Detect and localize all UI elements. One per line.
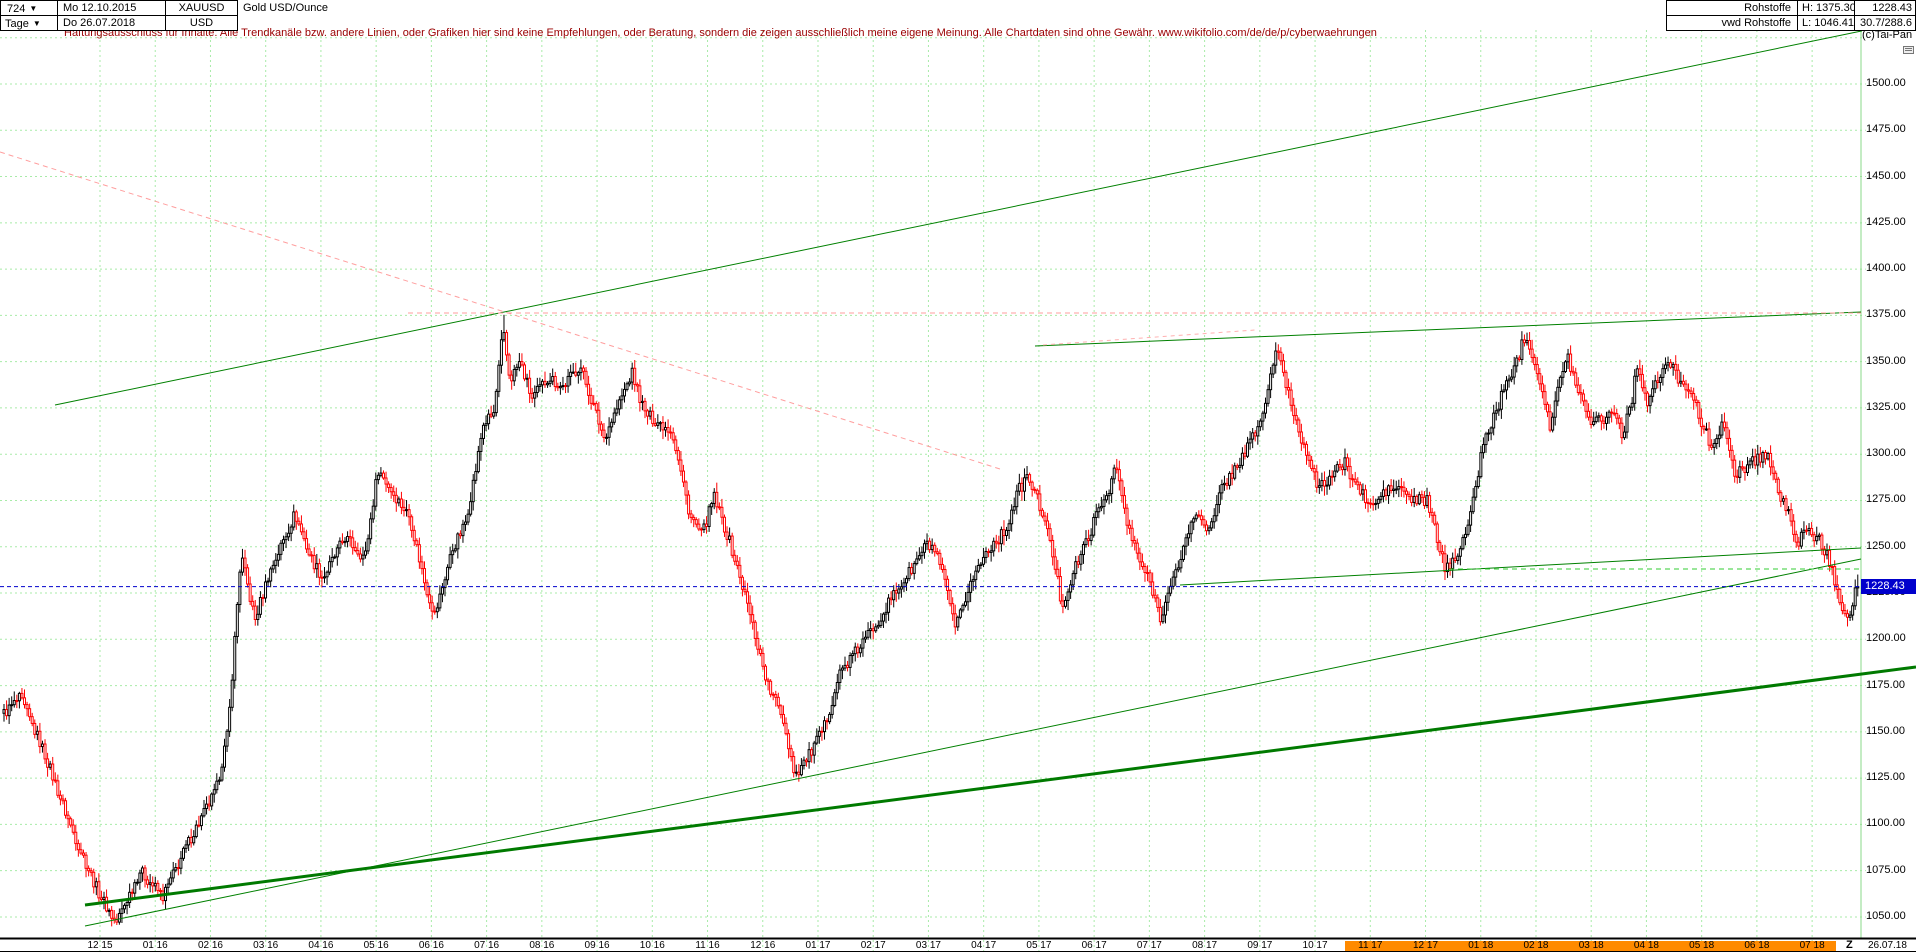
feed-label: vwd Rohstoffe: [1666, 15, 1798, 31]
x-axis-month-label: 05 17: [1026, 940, 1052, 951]
x-axis-month-label: 05 16: [363, 940, 389, 951]
last-price: 1228.43: [1854, 0, 1916, 16]
candles-layer: [2, 314, 1860, 927]
session-high: H: 1375.30: [1797, 0, 1856, 16]
trendlines-layer: [0, 27, 1916, 927]
x-axis-month-label: 04 16: [308, 940, 334, 951]
x-axis-month-label: 04 17: [971, 940, 997, 951]
x-axis-month-label: 02 17: [860, 940, 886, 951]
y-axis-price-label: 1325.00: [1866, 400, 1906, 413]
y-axis-price-label: 1275.00: [1866, 493, 1906, 506]
y-axis-price-label: 1125.00: [1866, 771, 1905, 784]
zoom-z-button[interactable]: Z: [1846, 939, 1853, 951]
x-axis-month-label: 03 17: [915, 940, 941, 951]
category-label: Rohstoffe: [1666, 0, 1798, 16]
y-axis-price-label: 1200.00: [1866, 632, 1906, 645]
y-axis-price-label: 1075.00: [1866, 863, 1906, 876]
x-axis-month-label: 07 16: [474, 940, 500, 951]
session-low: L: 1046.41: [1797, 15, 1855, 31]
x-axis-month-label: 07 17: [1136, 940, 1162, 951]
start-date: Mo 12.10.2015: [57, 0, 166, 16]
symbol-label: XAUUSD: [165, 0, 238, 16]
x-axis-month-label: 07 18: [1799, 940, 1825, 951]
x-axis-month-label: 03 16: [253, 940, 279, 951]
taipan-chart-window: 724 ▼ Tage ▼ Mo 12.10.2015 Do 26.07.2018 X…: [0, 0, 1916, 952]
x-axis-month-label: 03 18: [1578, 940, 1604, 951]
y-axis-price-label: 1500.00: [1866, 77, 1906, 89]
y-axis-price-label: 1375.00: [1866, 308, 1906, 321]
x-axis-month-label: 09 17: [1247, 940, 1273, 951]
bar-count-dropdown[interactable]: 724 ▼: [0, 0, 58, 16]
y-axis-price-label: 1475.00: [1866, 123, 1906, 136]
y-axis-price-label: 1350.00: [1866, 354, 1906, 367]
x-axis-month-label: 02 18: [1523, 940, 1549, 951]
chevron-down-icon: ▼: [32, 19, 41, 28]
y-axis-price-label: 1450.00: [1866, 169, 1906, 182]
instrument-title: Gold USD/Ounce: [243, 1, 328, 16]
y-axis-price-label: 1100.00: [1866, 817, 1905, 830]
currency-label: USD: [165, 15, 238, 31]
x-axis-month-label: 02 16: [197, 940, 223, 951]
x-axis-month-label: 06 16: [418, 940, 444, 951]
y-axis-price-label: 1400.00: [1866, 262, 1906, 275]
x-axis-month-label: 08 16: [529, 940, 555, 951]
y-axis-price-label: 1250.00: [1866, 539, 1906, 552]
x-axis-month-label: 10 17: [1302, 940, 1328, 951]
end-date: Do 26.07.2018: [57, 15, 166, 31]
x-axis-month-label: 12 15: [87, 940, 113, 951]
copyright-label: (c)Tai-Pan: [1862, 29, 1916, 44]
period-dropdown[interactable]: Tage ▼: [0, 15, 58, 31]
y-axis-price-label: 1425.00: [1866, 215, 1906, 228]
x-axis-month-label: 01 18: [1468, 940, 1494, 951]
last-date-label: 26.07.18: [1868, 940, 1907, 951]
x-axis-month-label: 01 17: [805, 940, 831, 951]
y-axis-price-label: 1175.00: [1866, 678, 1905, 691]
grid-layer: [0, 30, 1866, 952]
chart-header: 724 ▼ Tage ▼ Mo 12.10.2015 Do 26.07.2018 X…: [0, 0, 1916, 31]
x-axis-month-label: 06 18: [1744, 940, 1770, 951]
x-axis-month-label: 09 16: [584, 940, 610, 951]
y-axis-price-label: 1150.00: [1866, 724, 1905, 737]
x-axis-month-label: 12 17: [1413, 940, 1439, 951]
x-axis-month-label: 01 16: [142, 940, 168, 951]
price-chart[interactable]: [0, 0, 1916, 952]
change-stat: 30.7/288.6: [1854, 15, 1916, 31]
x-axis-month-label: 12 16: [750, 940, 776, 951]
x-axis-month-label: 05 18: [1689, 940, 1715, 951]
chevron-down-icon: ▼: [29, 4, 38, 13]
axis-scale-widget[interactable]: [1903, 46, 1914, 54]
x-axis-month-label: 08 17: [1192, 940, 1218, 951]
current-price-badge: 1228.43: [1861, 578, 1916, 594]
x-axis-month-label: 10 16: [639, 940, 665, 951]
x-axis-month-label: 11 16: [695, 940, 720, 951]
x-axis-month-label: 06 17: [1081, 940, 1107, 951]
x-axis-month-label: 11 17: [1358, 940, 1383, 951]
x-axis-month-label: 04 18: [1633, 940, 1659, 951]
y-axis-price-label: 1300.00: [1866, 447, 1906, 460]
y-axis-price-label: 1050.00: [1866, 909, 1906, 922]
